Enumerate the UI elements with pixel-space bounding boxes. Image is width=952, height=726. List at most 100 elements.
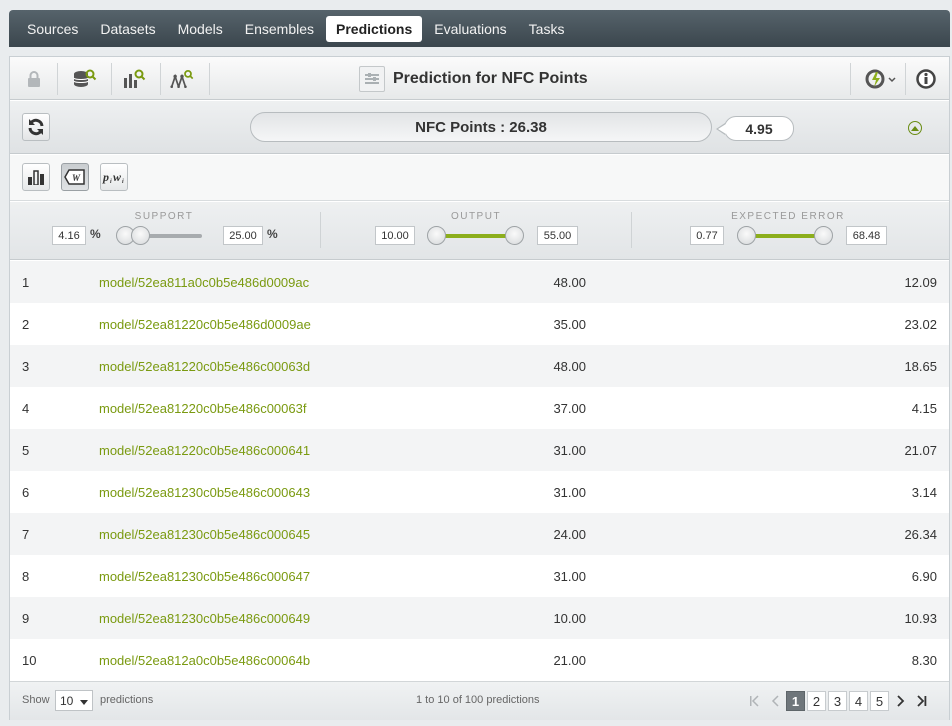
toolbar-divider: [160, 63, 161, 95]
weights-icon: W: [64, 169, 85, 185]
tab-tasks[interactable]: Tasks: [519, 16, 575, 42]
error-value: 26.34: [904, 527, 937, 542]
model-link[interactable]: model/52ea811a0c0b5e486d0009ac: [99, 275, 309, 290]
model-id-cell: model/52ea812a0c0b5e486c00064b: [89, 639, 949, 681]
model-link[interactable]: model/52ea81230c0b5e486c000649: [99, 611, 310, 626]
main-nav: Sources Datasets Models Ensembles Predic…: [9, 10, 950, 47]
tab-sources[interactable]: Sources: [17, 16, 88, 42]
first-page-icon[interactable]: [744, 691, 763, 711]
row-number: 2: [22, 317, 30, 332]
page-5-button[interactable]: 5: [870, 691, 889, 711]
output-max-input[interactable]: 55.00: [537, 226, 578, 245]
model-link[interactable]: model/52ea81230c0b5e486c000645: [99, 527, 310, 542]
error-value: 18.65: [904, 359, 937, 374]
model-search-icon[interactable]: [122, 67, 146, 91]
support-max-unit: %: [267, 227, 278, 241]
model-id-cell: model/52ea81230c0b5e486c000647: [89, 555, 949, 597]
tab-predictions[interactable]: Predictions: [326, 15, 423, 42]
page-4-button[interactable]: 4: [849, 691, 868, 711]
last-page-icon[interactable]: [912, 691, 931, 711]
actions-icon[interactable]: [865, 67, 897, 91]
table-row: 9 model/52ea81230c0b5e486c000649 10.00 1…: [10, 597, 949, 639]
row-number: 9: [22, 611, 30, 626]
expected-error-min-input[interactable]: 0.77: [690, 226, 724, 245]
model-link[interactable]: model/52ea81230c0b5e486c000647: [99, 569, 310, 584]
prediction-icon: [359, 66, 385, 92]
models-table: 1 model/52ea811a0c0b5e486d0009ac 48.00 1…: [10, 261, 949, 681]
table-row: 7 model/52ea81230c0b5e486c000645 24.00 2…: [10, 513, 949, 555]
prediction-bar: NFC Points : 26.38 4.95: [10, 101, 949, 154]
support-max-input[interactable]: 25.00: [223, 226, 263, 245]
output-slider-max-handle[interactable]: [505, 226, 524, 245]
output-value: 37.00: [553, 401, 586, 416]
model-id-cell: model/52ea81230c0b5e486c000649: [89, 597, 949, 639]
page-title-wrap: Prediction for NFC Points: [359, 66, 588, 92]
svg-text:i: i: [122, 179, 124, 184]
table-row: 3 model/52ea81220c0b5e486c00063d 48.00 1…: [10, 345, 949, 387]
ensemble-search-icon[interactable]: [170, 67, 194, 91]
page-3-button[interactable]: 3: [828, 691, 847, 711]
model-link[interactable]: model/52ea81220c0b5e486c000641: [99, 443, 310, 458]
histogram-view-button[interactable]: [22, 163, 50, 191]
page-2-button[interactable]: 2: [807, 691, 826, 711]
tab-models[interactable]: Models: [168, 16, 233, 42]
info-icon[interactable]: [914, 67, 938, 91]
refresh-button[interactable]: [22, 113, 50, 141]
output-value: 48.00: [553, 359, 586, 374]
output-value: 48.00: [553, 275, 586, 290]
expected-error-max-input[interactable]: 68.48: [846, 226, 887, 245]
lock-icon[interactable]: [22, 67, 46, 91]
output-slider-min-handle[interactable]: [427, 226, 446, 245]
tab-ensembles[interactable]: Ensembles: [235, 16, 324, 42]
toolbar-divider: [850, 63, 851, 95]
table-row: 1 model/52ea811a0c0b5e486d0009ac 48.00 1…: [10, 261, 949, 303]
model-link[interactable]: model/52ea81220c0b5e486c00063d: [99, 359, 310, 374]
page-size-select[interactable]: 10: [55, 690, 93, 711]
prediction-panel: Prediction for NFC Points NFC Points : 2…: [9, 56, 950, 720]
tab-evaluations[interactable]: Evaluations: [424, 16, 516, 42]
output-value: 24.00: [553, 527, 586, 542]
prev-page-icon[interactable]: [765, 691, 784, 711]
filter-divider: [631, 212, 632, 248]
support-min-unit: %: [90, 227, 101, 241]
model-id-cell: model/52ea81220c0b5e486c00063f: [89, 387, 949, 429]
model-id-cell: model/52ea81220c0b5e486c000641: [89, 429, 949, 471]
model-link[interactable]: model/52ea81220c0b5e486c00063f: [99, 401, 306, 416]
pw-view-button[interactable]: piwi: [100, 163, 128, 191]
row-number: 1: [22, 275, 30, 290]
output-value: 21.00: [553, 653, 586, 668]
model-link[interactable]: model/52ea812a0c0b5e486c00064b: [99, 653, 310, 668]
model-link[interactable]: model/52ea81220c0b5e486d0009ae: [99, 317, 311, 332]
dataset-search-icon[interactable]: [73, 67, 97, 91]
model-link[interactable]: model/52ea81230c0b5e486c000643: [99, 485, 310, 500]
output-value: 31.00: [553, 443, 586, 458]
row-number: 8: [22, 569, 30, 584]
table-footer: Show 10 predictions 1 to 10 of 100 predi…: [10, 681, 949, 720]
refresh-icon: [28, 118, 44, 136]
error-value: 4.15: [911, 401, 937, 416]
page-1-button[interactable]: 1: [786, 691, 805, 711]
filter-bar: SUPPORT 4.16 % 25.00 % OUTPUT 10.00 55.0…: [10, 202, 949, 260]
expected-error-slider-min-handle[interactable]: [737, 226, 756, 245]
svg-text:p: p: [102, 170, 109, 184]
expected-error-slider-range: [745, 234, 825, 238]
svg-text:W: W: [72, 173, 81, 183]
collapse-up-icon[interactable]: [908, 121, 922, 135]
table-row: 2 model/52ea81220c0b5e486d0009ae 35.00 2…: [10, 303, 949, 345]
support-min-input[interactable]: 4.16: [52, 226, 86, 245]
next-page-icon[interactable]: [891, 691, 910, 711]
bar-chart-icon: [28, 170, 44, 185]
support-slider-max-handle[interactable]: [131, 226, 150, 245]
filter-divider: [320, 212, 321, 248]
svg-text:w: w: [113, 170, 122, 184]
weights-view-button[interactable]: W: [61, 163, 89, 191]
expected-error-slider-max-handle[interactable]: [814, 226, 833, 245]
error-value: 8.30: [911, 653, 937, 668]
error-value: 12.09: [904, 275, 937, 290]
output-min-input[interactable]: 10.00: [375, 226, 415, 245]
tab-datasets[interactable]: Datasets: [90, 16, 165, 42]
error-value: 6.90: [911, 569, 937, 584]
page-title: Prediction for NFC Points: [393, 70, 588, 87]
row-number: 5: [22, 443, 30, 458]
table-row: 6 model/52ea81230c0b5e486c000643 31.00 3…: [10, 471, 949, 513]
